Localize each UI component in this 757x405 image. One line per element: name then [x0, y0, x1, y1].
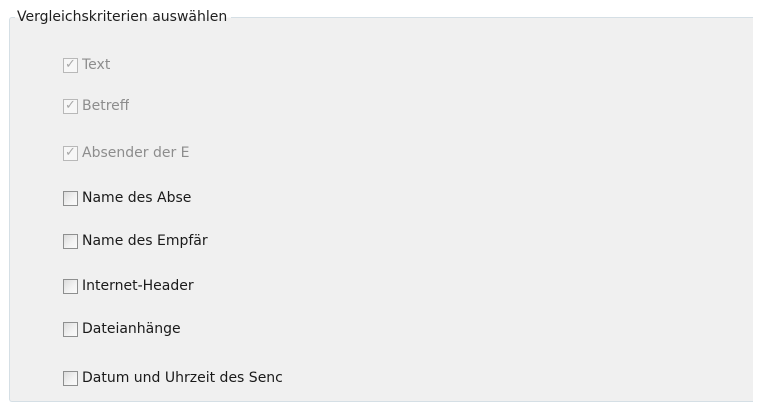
sender-email-checkbox: ✓	[63, 144, 78, 161]
send-datetime-checkbox[interactable]	[63, 370, 78, 386]
option-send-datetime-label[interactable]: Datum und Uhrzeit des Senc	[82, 368, 283, 388]
sender-name-checkbox[interactable]	[63, 190, 78, 206]
checkmark-icon: ✓	[65, 144, 76, 160]
option-send-datetime[interactable]: Datum und Uhrzeit des Senc	[63, 368, 317, 388]
option-text-label: Text	[82, 57, 111, 73]
internet-header-checkbox[interactable]	[63, 278, 78, 294]
option-sender-email: ✓ Absender der E	[63, 143, 218, 163]
option-internet-header[interactable]: Internet-Header	[63, 276, 237, 296]
groupbox-title: Vergleichskriterien auswählen	[15, 7, 232, 27]
checkmark-icon: ✓	[65, 97, 76, 113]
option-subject: ✓ Betreff	[63, 96, 173, 116]
option-recipient-name[interactable]: Name des Empfär	[63, 231, 247, 251]
recipient-name-checkbox[interactable]	[63, 233, 78, 249]
checkmark-icon: ✓	[65, 56, 76, 72]
text-checkbox: ✓	[63, 56, 78, 73]
option-recipient-name-label[interactable]: Name des Empfär	[82, 231, 208, 251]
option-attachments-label[interactable]: Dateianhänge	[82, 319, 181, 339]
option-internet-header-label[interactable]: Internet-Header	[82, 276, 194, 296]
option-sender-email-label: Absender der E	[82, 145, 190, 161]
comparison-criteria-panel: Vergleichskriterien auswählen ✓ Text ✓ B…	[0, 0, 757, 405]
option-text: ✓ Text	[63, 55, 153, 75]
attachments-checkbox[interactable]	[63, 321, 78, 337]
option-sender-name-label[interactable]: Name des Abse	[82, 188, 191, 208]
option-sender-name[interactable]: Name des Abse	[63, 188, 219, 208]
option-attachments[interactable]: Dateianhänge	[63, 319, 233, 339]
subject-checkbox: ✓	[63, 97, 78, 114]
option-subject-label: Betreff	[82, 98, 130, 114]
